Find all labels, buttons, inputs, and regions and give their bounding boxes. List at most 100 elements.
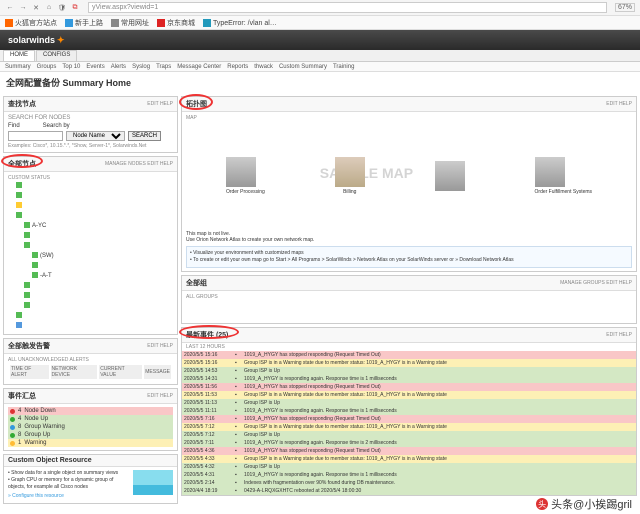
event-row[interactable]: 2020/5/5 14:31▪1019_A_HYGY is responding… [182,375,636,383]
event-row[interactable]: 2020/5/5 7:12▪Group ISP is in a Warning … [182,423,636,431]
tree-item[interactable] [8,181,173,191]
home-icon[interactable]: ⌂ [44,3,54,13]
event-icon: ▪ [235,392,241,398]
bookmark-item[interactable]: 火狐官方站点 [5,18,57,28]
summary-count: 4 [18,408,21,414]
event-row[interactable]: 2020/5/5 11:11▪1019_A_HYGY is responding… [182,407,636,415]
tree-item[interactable] [8,231,173,241]
address-bar[interactable]: yView.aspx?viewid=1 [88,2,607,13]
tree-item[interactable] [8,321,173,331]
col-header: CURRENT VALUE [99,365,142,379]
event-row[interactable]: 2020/5/5 15:16▪Group ISP is in a Warning… [182,359,636,367]
summary-row[interactable]: 4Node Up [8,415,173,423]
summary-row[interactable]: 8Group Warning [8,423,173,431]
event-row[interactable]: 2020/5/5 7:11▪1019_A_HYGY is responding … [182,439,636,447]
event-row[interactable]: 2020/5/5 4:36▪1019_A_HYGY has stopped re… [182,447,636,455]
summary-text: Group Warning [24,424,64,430]
panel-title: 全部组 [186,278,207,288]
network-map[interactable]: SAMPLE MAP Order Processing Billing Orde… [186,121,632,231]
tree-item[interactable]: A-YC [8,221,173,231]
panel-actions[interactable]: MANAGE GROUPS EDIT HELP [560,280,632,286]
event-row[interactable]: 2020/5/5 11:13▪Group ISP is Up [182,399,636,407]
panel-title: 最新事件 (25) [186,330,228,340]
event-row[interactable]: 2020/5/5 14:53▪Group ISP is Up [182,367,636,375]
event-row[interactable]: 2020/5/5 11:56▪1019_A_HYGY has stopped r… [182,383,636,391]
ext-icon[interactable]: ⧉ [70,3,80,13]
subnav-item[interactable]: Message Center [177,64,221,70]
status-dot-icon [10,425,15,430]
tree-item[interactable] [8,261,173,271]
event-message: Group ISP is Up [244,368,634,374]
panel-actions[interactable]: EDIT HELP [147,101,173,107]
bookmark-item[interactable]: 京东商城 [157,18,195,28]
tree-item[interactable] [8,311,173,321]
building-label: Order Fulfillment Systems [535,189,593,195]
tree-item[interactable] [8,211,173,221]
event-message: 0429-A-LRQXGXHTC rebooted at 2020/5/4 18… [244,488,634,494]
subnav-item[interactable]: Top 10 [62,64,80,70]
bookmark-item[interactable]: 常用网址 [111,18,149,28]
panel-actions[interactable]: EDIT HELP [606,332,632,338]
searchby-select[interactable]: Node Name [66,131,125,141]
tree-item[interactable] [8,241,173,251]
map-note: Use Orion Network Atlas to create your o… [186,237,632,243]
close-icon[interactable]: ✕ [31,3,41,13]
building-icon [226,157,256,187]
col-header: NETWORK DEVICE [51,365,98,379]
event-time: 2020/5/5 4:33 [184,456,232,462]
event-row[interactable]: 2020/5/5 15:16▪1019_A_HYGY has stopped r… [182,351,636,359]
summary-row[interactable]: 4Node Down [8,407,173,415]
tab-configs[interactable]: CONFIGS [36,50,77,61]
zoom-level[interactable]: 67% [615,3,635,12]
groups-panel: 全部组MANAGE GROUPS EDIT HELP ALL GROUPS [181,275,637,324]
event-row[interactable]: 2020/5/5 7:12▪Group ISP is Up [182,431,636,439]
node-tree: A-YC (SW) -A-T [8,181,173,331]
panel-title: 全部节点 [8,159,36,169]
summary-row[interactable]: 1Warning [8,439,173,447]
subnav-item[interactable]: Reports [227,64,248,70]
search-button[interactable]: SEARCH [128,131,161,141]
subnav-item[interactable]: Traps [156,64,171,70]
subnav-item[interactable]: Syslog [132,64,150,70]
event-time: 2020/5/5 7:11 [184,440,232,446]
status-dot-icon [10,409,15,414]
panel-title: 事件汇总 [8,391,36,401]
bullet: Graph CPU or memory for a dynamic group … [8,477,113,490]
event-row[interactable]: 2020/5/5 2:14▪Indexes with fragmentation… [182,479,636,487]
event-icon: ▪ [235,464,241,470]
subnav-item[interactable]: Alerts [111,64,126,70]
tree-item[interactable] [8,281,173,291]
tree-item[interactable] [8,201,173,211]
event-row[interactable]: 2020/5/5 7:16▪1019_A_HYGY has stopped re… [182,415,636,423]
panel-actions[interactable]: EDIT HELP [147,393,173,399]
tree-item[interactable] [8,291,173,301]
building-icon [435,161,465,191]
summary-row[interactable]: 8Group Up [8,431,173,439]
event-row[interactable]: 2020/5/5 4:33▪Group ISP is in a Warning … [182,455,636,463]
tree-item[interactable] [8,301,173,311]
subnav-item[interactable]: Groups [37,64,57,70]
event-icon: ▪ [235,448,241,454]
forward-icon[interactable]: → [18,3,28,13]
tree-item[interactable]: -A-T [8,271,173,281]
event-row[interactable]: 2020/5/5 4:31▪1019_A_HYGY is responding … [182,471,636,479]
tab-home[interactable]: HOME [3,50,35,61]
panel-actions[interactable]: EDIT HELP [147,343,173,349]
back-icon[interactable]: ← [5,3,15,13]
panel-actions[interactable]: MANAGE NODES EDIT HELP [105,161,173,167]
panel-actions[interactable]: EDIT HELP [606,101,632,107]
event-row[interactable]: 2020/5/5 11:53▪Group ISP is in a Warning… [182,391,636,399]
bookmarks-bar: 火狐官方站点 新手上路 常用网址 京东商城 TypeError: /vlan a… [0,16,640,30]
subnav-item[interactable]: Custom Summary [279,64,327,70]
tree-item[interactable]: (SW) [8,251,173,261]
subnav-item[interactable]: Training [333,64,354,70]
tree-item[interactable] [8,191,173,201]
event-row[interactable]: 2020/5/5 4:32▪Group ISP is Up [182,463,636,471]
bookmark-item[interactable]: TypeError: /vlan al… [203,19,277,27]
subnav-item[interactable]: Summary [5,64,31,70]
subnav-item[interactable]: thwack [254,64,273,70]
event-row[interactable]: 2020/4/4 18:19▪0429-A-LRQXGXHTC rebooted… [182,487,636,495]
search-input[interactable] [8,131,63,141]
bookmark-item[interactable]: 新手上路 [65,18,103,28]
subnav-item[interactable]: Events [86,64,104,70]
